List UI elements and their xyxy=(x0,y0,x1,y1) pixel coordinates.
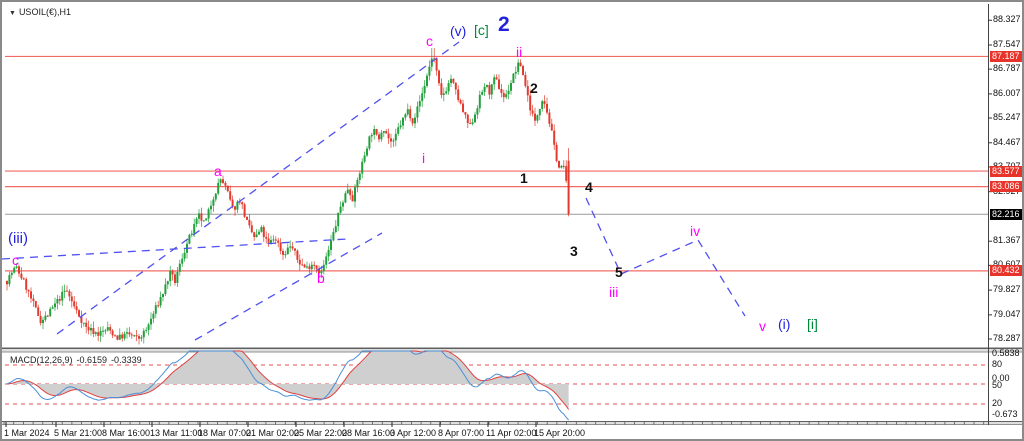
wave-label-c[interactable]: c xyxy=(426,34,433,48)
macd-main-value: -0.6159 xyxy=(77,355,108,365)
trendline-main-rising-trendline[interactable] xyxy=(57,42,459,334)
dropdown-arrow-icon[interactable]: ▼ xyxy=(9,10,16,17)
wave-label-2[interactable]: 2 xyxy=(498,14,510,35)
price-badge-87.187: 87.187 xyxy=(990,51,1023,62)
wave-label-i[interactable]: [i] xyxy=(807,317,818,331)
time-axis-label: 15 Apr 20:00 xyxy=(534,429,585,438)
price-axis-label: 86.787 xyxy=(993,64,1021,73)
price-badge-80.432: 80.432 xyxy=(990,265,1023,276)
wave-label-iv[interactable]: iv xyxy=(690,224,700,238)
price-axis-label: 84.467 xyxy=(993,138,1021,147)
wave-label-3[interactable]: 3 xyxy=(570,244,578,258)
axis-separator xyxy=(2,421,1024,422)
price-badge-83.086: 83.086 xyxy=(990,181,1023,192)
wave-label-i[interactable]: (i) xyxy=(778,317,790,331)
macd-indicator-label: MACD(12,26,9) -0.6159-0.3339 xyxy=(10,355,146,365)
panel-separator-shadow xyxy=(2,352,1024,353)
wave-label-1[interactable]: 1 xyxy=(520,171,528,185)
price-axis-label: 78.287 xyxy=(993,334,1021,343)
time-axis-label: 8 Mar 16:00 xyxy=(102,429,150,438)
macd-axis-label: 20 xyxy=(992,399,1002,408)
time-axis-label: 3 Apr 12:00 xyxy=(390,429,436,438)
wave-label-c[interactable]: c xyxy=(12,253,19,267)
wave-label-iii[interactable]: (iii) xyxy=(8,231,28,246)
macd-axis-label: 80 xyxy=(992,360,1002,369)
wave-label-i[interactable]: i xyxy=(422,151,425,165)
candles xyxy=(6,48,570,344)
wave-label-5[interactable]: 5 xyxy=(615,265,623,279)
axis-separator-shadow xyxy=(2,424,1024,425)
time-axis-label: 5 Mar 21:00 xyxy=(54,429,102,438)
wave-label-v[interactable]: (v) xyxy=(450,24,466,38)
wave-label-c[interactable]: [c] xyxy=(474,23,489,37)
time-axis-label: 13 Mar 11:00 xyxy=(150,429,202,438)
time-axis-label: 18 Mar 07:00 xyxy=(198,429,251,438)
panel-separator[interactable] xyxy=(2,348,1024,350)
wave-label-a[interactable]: a xyxy=(214,164,222,178)
time-axis-label: 1 Mar 2024 xyxy=(4,429,50,438)
time-axis-label: 11 Apr 02:00 xyxy=(486,429,536,438)
chart-canvas[interactable] xyxy=(2,2,1024,441)
macd-axis-label: 50 xyxy=(992,381,1002,390)
time-axis-label: 28 Mar 16:00 xyxy=(342,429,395,438)
time-axis-label: 8 Apr 07:00 xyxy=(438,429,484,438)
macd-signal-value: -0.3339 xyxy=(111,355,142,365)
price-axis-label: 87.547 xyxy=(993,40,1021,49)
time-axis-label: 25 Mar 22:00 xyxy=(294,429,347,438)
symbol-label-text: USOIL(€),H1 xyxy=(19,7,71,17)
symbol-selector[interactable]: ▼USOIL(€),H1 xyxy=(9,7,71,17)
time-axis-label: 21 Mar 02:00 xyxy=(246,429,299,438)
wave-label-4[interactable]: 4 xyxy=(585,180,593,194)
price-axis-label: 79.827 xyxy=(993,285,1021,294)
price-axis-label: 85.247 xyxy=(993,113,1021,122)
wave-label-iii[interactable]: iii xyxy=(609,285,618,299)
wave-label-v[interactable]: v xyxy=(759,319,766,333)
price-axis-label: 86.007 xyxy=(993,89,1021,98)
price-badge-82.216: 82.216 xyxy=(990,209,1023,220)
macd-name: MACD(12,26,9) xyxy=(10,355,73,365)
wave-label-2[interactable]: 2 xyxy=(530,81,538,95)
axis-separator-face xyxy=(2,422,1024,424)
price-badge-83.577: 83.577 xyxy=(990,166,1023,177)
chart-window: ▼USOIL(€),H1 MACD(12,26,9) -0.6159-0.3339… xyxy=(0,0,1024,441)
price-axis-label: 79.047 xyxy=(993,310,1021,319)
wave-label-ii[interactable]: ii xyxy=(516,45,522,59)
macd-axis-label: 0.5838 xyxy=(992,349,1020,358)
price-axis-label: 88.327 xyxy=(993,15,1021,24)
panel-separator-face xyxy=(2,349,1024,352)
wave-label-b[interactable]: b xyxy=(317,271,325,285)
price-axis-label: 81.367 xyxy=(993,236,1021,245)
macd-axis-label: -0.673 xyxy=(992,410,1018,419)
